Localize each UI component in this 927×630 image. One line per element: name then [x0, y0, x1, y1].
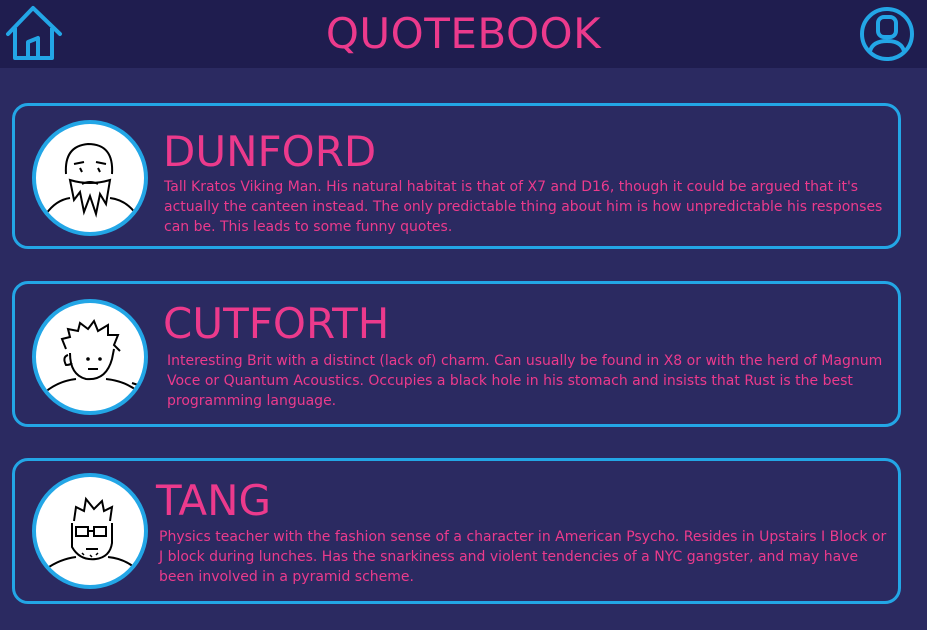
avatar-dunford — [32, 120, 148, 236]
top-bar: QUOTEBOOK — [0, 0, 927, 68]
person-description: Physics teacher with the fashion sense o… — [159, 529, 887, 585]
person-name: CUTFORTH — [163, 299, 390, 348]
person-card-cutforth[interactable]: CUTFORTH Interesting Brit with a distinc… — [12, 281, 901, 427]
user-profile-icon — [860, 7, 914, 61]
app-title: QUOTEBOOK — [325, 9, 602, 58]
avatar-cutforth — [32, 299, 148, 415]
person-card-dunford[interactable]: DUNFORD Tall Kratos Viking Man. His natu… — [12, 103, 901, 249]
person-name: DUNFORD — [163, 127, 377, 176]
person-description: Interesting Brit with a distinct (lack o… — [167, 353, 883, 409]
avatar-tang — [32, 473, 148, 589]
profile-button[interactable] — [859, 6, 915, 62]
person-description: Tall Kratos Viking Man. His natural habi… — [164, 179, 883, 235]
person-name: TANG — [156, 476, 272, 525]
person-card-tang[interactable]: TANG Physics teacher with the fashion se… — [12, 458, 901, 604]
